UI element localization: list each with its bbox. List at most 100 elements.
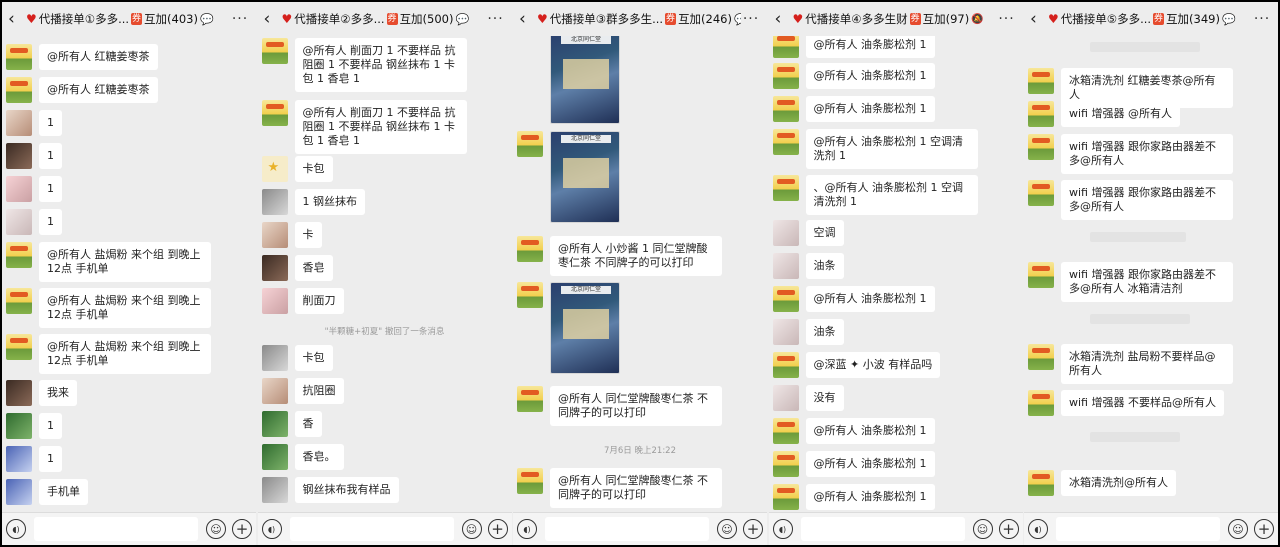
message-bubble[interactable]: @所有人 同仁堂牌酸枣仁茶 不同牌子的可以打印 [550, 468, 722, 508]
avatar[interactable] [1028, 262, 1054, 288]
avatar[interactable] [6, 44, 32, 70]
chat-message[interactable]: 手机单 [6, 479, 88, 505]
chat-message[interactable]: @所有人 红糖姜枣茶 [6, 77, 158, 103]
avatar[interactable] [6, 479, 32, 505]
message-list[interactable]: 冰箱清洗剂 红糖姜枣茶@所有人 wifi 增强器 @所有人 wifi 增强器 跟你家… [1024, 36, 1278, 512]
avatar[interactable] [6, 288, 32, 314]
back-chevron-icon[interactable]: ‹ [264, 9, 282, 29]
message-input[interactable] [800, 517, 965, 541]
chat-message[interactable]: @所有人 红糖姜枣茶 [6, 44, 158, 70]
message-list[interactable]: 北京同仁堂 北京同仁堂 北京同仁堂 @所有人 小炒酱 1 同仁堂牌酸枣仁茶 不同牌子的… [513, 36, 767, 512]
chat-message[interactable]: 空调 [772, 220, 844, 246]
message-bubble[interactable]: 1 [39, 110, 62, 136]
chat-message[interactable]: 钢丝抹布我有样品 [261, 477, 399, 503]
emoji-icon[interactable]: ☺ [461, 519, 482, 539]
avatar[interactable] [517, 131, 543, 157]
product-image[interactable]: 北京同仁堂 [550, 282, 620, 374]
message-bubble[interactable]: 削面刀 [294, 288, 344, 314]
message-bubble[interactable]: 1 [39, 446, 62, 472]
chat-message[interactable]: @所有人 削面刀 1 不要样品 抗阻圈 1 不要样品 钢丝抹布 1 卡包 1 香… [261, 100, 467, 154]
avatar[interactable] [772, 253, 799, 279]
chat-message[interactable]: 1 [6, 143, 62, 169]
back-chevron-icon[interactable]: ‹ [1030, 9, 1048, 29]
voice-icon[interactable]: ◖) [772, 519, 793, 539]
plus-icon[interactable]: + [232, 519, 252, 539]
avatar[interactable] [772, 63, 799, 89]
chat-message[interactable]: 1 [6, 446, 62, 472]
message-bubble[interactable]: @所有人 盐焗粉 来个组 到晚上12点 手机单 [39, 242, 211, 282]
avatar[interactable] [261, 345, 288, 371]
avatar[interactable] [772, 286, 799, 312]
back-chevron-icon[interactable]: ‹ [8, 9, 26, 29]
avatar[interactable] [261, 477, 288, 503]
message-bubble[interactable]: 香皂 [294, 255, 333, 281]
more-icon[interactable]: ··· [486, 11, 506, 27]
message-bubble[interactable]: 手机单 [39, 479, 88, 505]
message-bubble[interactable]: 油条 [805, 253, 844, 279]
chat-message[interactable]: wifi 增强器 @所有人 [1028, 101, 1180, 127]
message-bubble[interactable]: @所有人 削面刀 1 不要样品 抗阻圈 1 不要样品 钢丝抹布 1 卡包 1 香… [294, 100, 467, 154]
avatar[interactable] [261, 156, 288, 182]
emoji-icon[interactable]: ☺ [206, 519, 226, 539]
message-bubble[interactable]: 、@所有人 油条膨松剂 1 空调清洗剂 1 [805, 175, 978, 215]
avatar[interactable] [517, 386, 543, 412]
chat-message[interactable]: 抗阻圈 [261, 378, 344, 404]
avatar[interactable] [261, 100, 288, 126]
chat-message[interactable]: 卡包 [261, 156, 333, 182]
message-bubble[interactable]: @所有人 红糖姜枣茶 [39, 44, 158, 70]
chat-message[interactable]: wifi 增强器 不要样品@所有人 [1028, 390, 1224, 416]
avatar[interactable] [1028, 390, 1054, 416]
message-bubble[interactable]: 1 [39, 413, 62, 439]
avatar[interactable] [772, 451, 799, 477]
chat-message[interactable]: @所有人 盐焗粉 来个组 到晚上12点 手机单 [6, 242, 211, 282]
avatar[interactable] [772, 385, 799, 411]
chat-message[interactable]: @所有人 同仁堂牌酸枣仁茶 不同牌子的可以打印 [517, 468, 722, 508]
chat-message[interactable]: @所有人 盐焗粉 来个组 到晚上12点 手机单 [6, 334, 211, 374]
message-input[interactable] [545, 517, 709, 541]
avatar[interactable] [261, 288, 288, 314]
avatar[interactable] [6, 77, 32, 103]
message-bubble[interactable]: 1 钢丝抹布 [294, 189, 365, 215]
message-bubble[interactable]: wifi 增强器 跟你家路由器差不多@所有人 冰箱清洁剂 [1061, 262, 1233, 302]
message-bubble[interactable]: @深蓝 ✦ 小波 有样品吗 [805, 352, 941, 378]
avatar[interactable] [772, 418, 799, 444]
more-icon[interactable]: ··· [230, 11, 250, 27]
message-bubble[interactable]: 钢丝抹布我有样品 [294, 477, 399, 503]
chat-message[interactable]: 1 [6, 176, 62, 202]
avatar[interactable] [6, 446, 32, 472]
message-list[interactable]: @所有人 红糖姜枣茶 @所有人 红糖姜枣茶 1 1 1 1 @所有人 盐焗粉 来个组 到晚上… [2, 36, 256, 512]
avatar[interactable] [517, 236, 543, 262]
chat-message[interactable]: @所有人 油条膨松剂 1 [772, 418, 935, 444]
avatar[interactable] [6, 143, 32, 169]
chat-message[interactable]: 冰箱清洗剂 盐局粉不要样品@所有人 [1028, 344, 1233, 384]
message-bubble[interactable]: 冰箱清洗剂@所有人 [1061, 470, 1176, 496]
message-input[interactable] [289, 517, 454, 541]
avatar[interactable] [6, 110, 32, 136]
chat-message[interactable]: 卡 [261, 222, 322, 248]
avatar[interactable] [772, 220, 799, 246]
chat-message[interactable]: @所有人 油条膨松剂 1 [772, 484, 935, 510]
chat-message[interactable]: @所有人 盐焗粉 来个组 到晚上12点 手机单 [6, 288, 211, 328]
avatar[interactable] [6, 380, 32, 406]
chat-message[interactable]: 1 [6, 413, 62, 439]
message-bubble[interactable]: @所有人 盐焗粉 来个组 到晚上12点 手机单 [39, 288, 211, 328]
message-bubble[interactable]: @所有人 同仁堂牌酸枣仁茶 不同牌子的可以打印 [550, 386, 722, 426]
chat-message[interactable]: @所有人 油条膨松剂 1 空调清洗剂 1 [772, 129, 978, 169]
avatar[interactable] [6, 176, 32, 202]
message-bubble[interactable]: 1 [39, 176, 62, 202]
message-list[interactable]: @所有人 削面刀 1 不要样品 抗阻圈 1 不要样品 钢丝抹布 1 卡包 1 香… [258, 36, 512, 512]
message-bubble[interactable]: wifi 增强器 跟你家路由器差不多@所有人 [1061, 180, 1233, 220]
avatar[interactable] [6, 209, 32, 235]
chat-message[interactable]: 油条 [772, 253, 844, 279]
message-bubble[interactable]: @所有人 削面刀 1 不要样品 抗阻圈 1 不要样品 钢丝抹布 1 卡包 1 香… [294, 38, 467, 92]
chat-message[interactable]: @所有人 油条膨松剂 1 [772, 63, 935, 89]
voice-icon[interactable]: ◖) [261, 519, 282, 539]
chat-message[interactable]: @深蓝 ✦ 小波 有样品吗 [772, 352, 941, 378]
message-bubble[interactable]: @所有人 油条膨松剂 1 [805, 286, 935, 312]
back-chevron-icon[interactable]: ‹ [775, 9, 793, 29]
avatar[interactable] [1028, 344, 1054, 370]
message-bubble[interactable]: 油条 [805, 319, 844, 345]
avatar[interactable] [261, 444, 288, 470]
message-bubble[interactable]: @所有人 油条膨松剂 1 [805, 484, 935, 510]
chat-message[interactable]: @所有人 同仁堂牌酸枣仁茶 不同牌子的可以打印 [517, 386, 722, 426]
